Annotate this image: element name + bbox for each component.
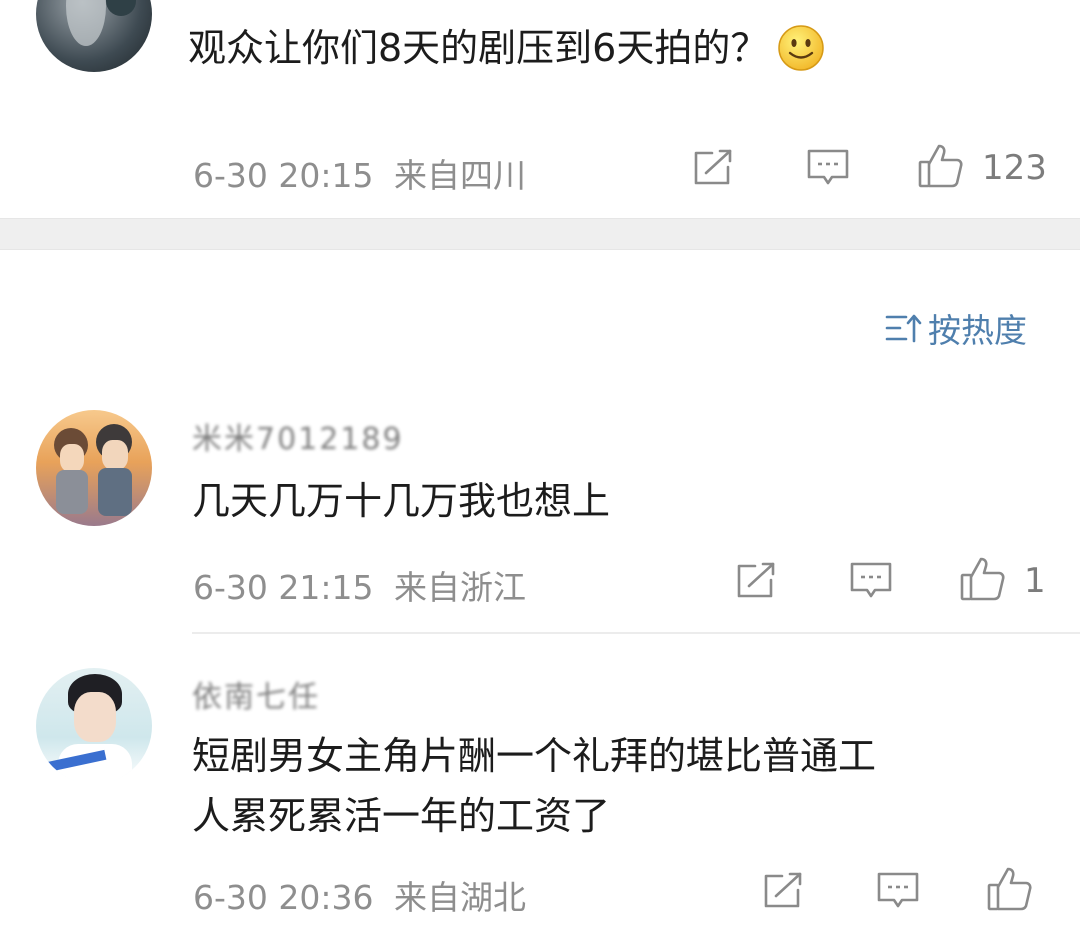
- reply-icon[interactable]: [876, 870, 920, 912]
- avatar[interactable]: [36, 0, 152, 72]
- comment-text-line-1: 短剧男女主角片酬一个礼拜的堪比普通工: [192, 734, 877, 778]
- comment-text: 几天几万十几万我也想上: [192, 479, 611, 523]
- reply-icon[interactable]: [806, 147, 850, 189]
- sort-label: 按热度: [928, 311, 1027, 350]
- like-icon[interactable]: [917, 142, 965, 190]
- commenter-name[interactable]: 米米7012189: [192, 414, 404, 458]
- comment-location: 来自浙江: [394, 568, 526, 607]
- comment-text-line-2: 人累死累活一年的工资了: [192, 794, 611, 838]
- sort-by-hot-button[interactable]: 按热度: [884, 306, 1027, 350]
- comment-time: 6-30 20:36: [193, 878, 374, 917]
- comment-separator: [192, 632, 1080, 634]
- reply-icon[interactable]: [849, 560, 893, 602]
- like-count: 123: [982, 148, 1047, 188]
- comment-time: 6-30 21:15: [193, 568, 374, 607]
- comment-text-body: 观众让你们8天的剧压到6天拍的？: [188, 26, 769, 70]
- comment-location: 来自四川: [394, 156, 526, 195]
- share-icon[interactable]: [762, 870, 806, 910]
- slightly-smiling-face-icon: [778, 24, 825, 71]
- avatar[interactable]: [36, 410, 152, 526]
- avatar[interactable]: [36, 668, 152, 784]
- share-icon[interactable]: [735, 560, 779, 600]
- share-icon[interactable]: [692, 147, 736, 187]
- comment-meta: 6-30 20:36 来自湖北: [193, 871, 526, 919]
- section-divider: [0, 218, 1080, 250]
- comment-text: 观众让你们8天的剧压到6天拍的？: [188, 19, 825, 77]
- comment-location: 来自湖北: [394, 878, 526, 917]
- comment-time: 6-30 20:15: [193, 156, 374, 195]
- comment-meta: 6-30 21:15 来自浙江: [193, 561, 526, 609]
- like-count: 1: [1024, 561, 1046, 601]
- commenter-name[interactable]: 依南七任: [192, 672, 320, 716]
- like-icon[interactable]: [959, 555, 1007, 603]
- sort-icon: [885, 314, 922, 343]
- comment-meta: 6-30 20:15 来自四川: [193, 149, 526, 197]
- like-icon[interactable]: [986, 865, 1034, 913]
